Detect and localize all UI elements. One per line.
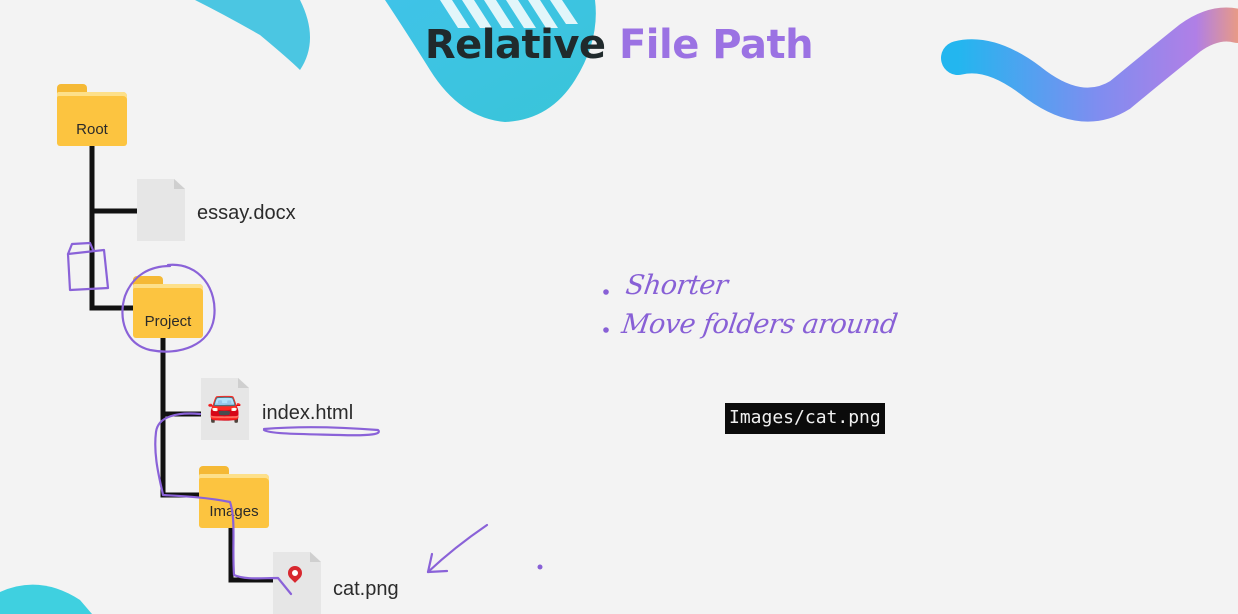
pen-annotations bbox=[66, 241, 489, 596]
project-circle-mark bbox=[121, 263, 216, 353]
index-underline-mark bbox=[262, 426, 380, 437]
path-trace-mark bbox=[154, 412, 293, 596]
cursor-square-mark bbox=[66, 248, 110, 292]
pointer-arrow-mark bbox=[426, 523, 489, 574]
